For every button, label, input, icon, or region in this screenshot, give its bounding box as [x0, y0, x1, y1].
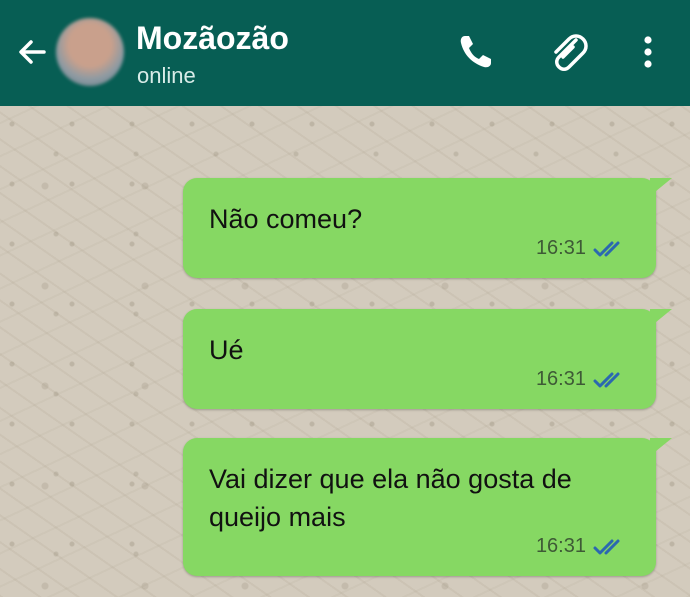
- bubble-tail: [650, 309, 672, 327]
- bubble-tail: [650, 438, 672, 456]
- message-meta: 16:31: [536, 368, 628, 391]
- back-arrow-icon[interactable]: [14, 34, 50, 70]
- more-vert-icon[interactable]: [636, 30, 660, 74]
- message-text: Não comeu?: [209, 204, 363, 234]
- paperclip-icon[interactable]: [546, 30, 590, 74]
- contact-name[interactable]: Mozãozão: [136, 20, 289, 57]
- contact-status: online: [137, 63, 196, 88]
- phone-icon[interactable]: [455, 30, 495, 74]
- message-text: Vai dizer que ela não gosta de queijo ma…: [209, 464, 572, 532]
- message-bubble[interactable]: Ué 16:31: [183, 309, 672, 409]
- message-time: 16:31: [535, 368, 586, 390]
- message-time: 16:31: [535, 535, 586, 557]
- chat-header: Mozãozão online: [0, 0, 690, 106]
- bubble-tail: [650, 178, 672, 196]
- message-meta: 16:31: [536, 535, 628, 558]
- message-meta: 16:31: [536, 237, 628, 260]
- read-ticks-icon: [593, 539, 620, 554]
- message-bubble[interactable]: Não comeu? 16:31: [183, 178, 672, 278]
- avatar[interactable]: [56, 18, 124, 86]
- message-text: Ué: [209, 335, 244, 365]
- message-time: 16:31: [535, 237, 586, 259]
- read-ticks-icon: [593, 241, 620, 256]
- read-ticks-icon: [593, 372, 620, 387]
- message-bubble[interactable]: Vai dizer que ela não gosta de queijo ma…: [183, 438, 672, 576]
